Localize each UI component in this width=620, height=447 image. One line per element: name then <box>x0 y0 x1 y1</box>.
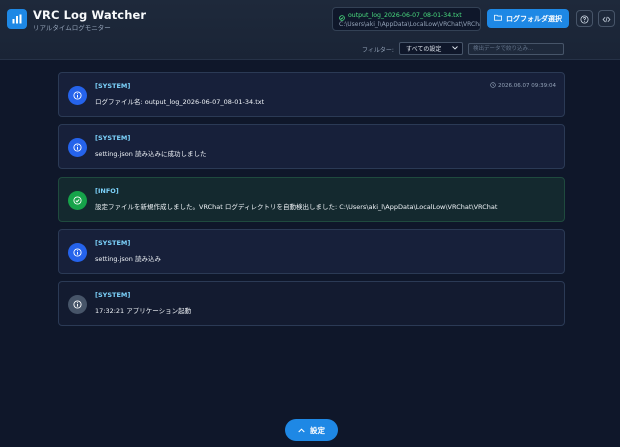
app-title: VRC Log Watcher <box>33 8 147 22</box>
select-log-folder-label: ログフォルダ選択 <box>506 14 562 23</box>
log-timestamp: 2026.06.07 09:39:04 <box>490 82 556 90</box>
log-message: setting.json 読み込み <box>95 255 161 263</box>
log-entry: [INFO] 設定ファイルを新規作成しました。VRChat ログディレクトリを自… <box>58 177 565 222</box>
app-subtitle: リアルタイムログモニター <box>33 24 111 32</box>
app-header: VRC Log Watcher リアルタイムログモニター output_log_… <box>0 0 620 60</box>
log-tag: [INFO] <box>95 187 119 195</box>
help-button[interactable] <box>576 10 593 27</box>
chevron-down-icon <box>452 45 458 52</box>
current-file-path: C:\Users\aki_l\AppData\LocalLow\VRChat\V… <box>339 21 481 28</box>
current-file-name: output_log_2026-06-07_08-01-34.txt <box>348 11 462 19</box>
check-circle-icon <box>68 191 87 210</box>
question-circle-icon <box>580 9 589 28</box>
info-circle-icon <box>68 295 87 314</box>
log-entry: [SYSTEM] 2026.06.07 09:39:04 ログファイル名: ou… <box>58 72 565 117</box>
filter-select[interactable]: すべての設定 <box>399 42 463 55</box>
log-message: ログファイル名: output_log_2026-06-07_08-01-34.… <box>95 98 265 106</box>
log-message: 設定ファイルを新規作成しました。VRChat ログディレクトリを自動検出しました… <box>95 203 498 211</box>
log-tag: [SYSTEM] <box>95 134 131 142</box>
settings-label: 設定 <box>310 425 325 435</box>
folder-icon <box>494 14 502 23</box>
clock-icon <box>490 82 496 90</box>
current-file-box: output_log_2026-06-07_08-01-34.txt C:\Us… <box>332 7 481 31</box>
log-entry: [SYSTEM] setting.json 読み込み <box>58 229 565 274</box>
developer-button[interactable] <box>598 10 615 27</box>
filter-label: フィルター: <box>362 47 394 54</box>
log-tag: [SYSTEM] <box>95 291 131 299</box>
filter-selected-value: すべての設定 <box>406 46 442 53</box>
settings-button[interactable]: 設定 <box>285 419 338 441</box>
log-message: setting.json 読み込みに成功しました <box>95 150 207 158</box>
chevron-up-icon <box>298 426 305 435</box>
search-input[interactable] <box>468 43 564 55</box>
info-circle-icon <box>68 86 87 105</box>
log-entry: [SYSTEM] setting.json 読み込みに成功しました <box>58 124 565 169</box>
info-circle-icon <box>68 243 87 262</box>
code-icon <box>602 9 611 28</box>
log-tag: [SYSTEM] <box>95 239 131 247</box>
log-entry: [SYSTEM] 17:32:21 アプリケーション起動 <box>58 281 565 326</box>
chart-icon <box>7 9 27 29</box>
info-circle-icon <box>68 138 87 157</box>
log-tag: [SYSTEM] <box>95 82 131 90</box>
log-time-text: 2026.06.07 09:39:04 <box>498 83 556 89</box>
select-log-folder-button[interactable]: ログフォルダ選択 <box>487 9 569 28</box>
log-message: 17:32:21 アプリケーション起動 <box>95 307 192 315</box>
